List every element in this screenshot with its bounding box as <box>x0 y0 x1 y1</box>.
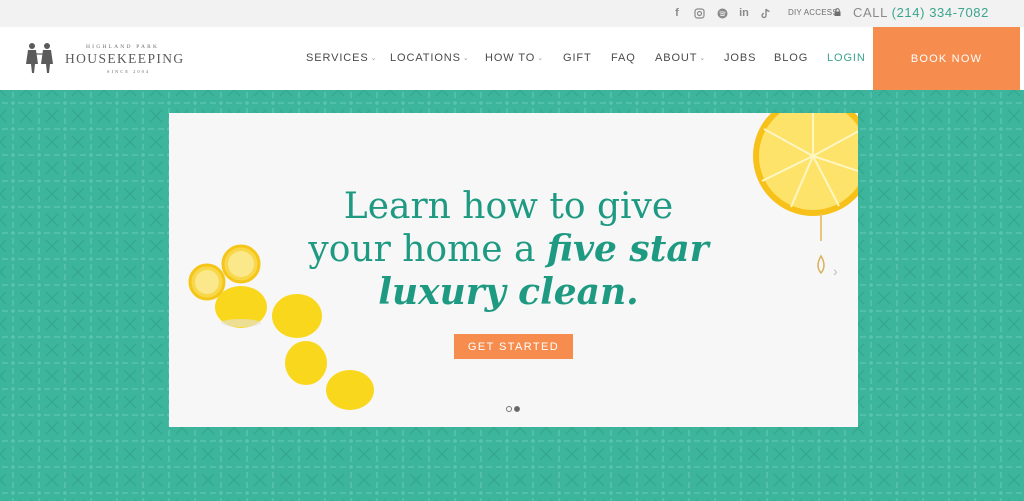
call-link[interactable]: CALL (214) 334-7082 <box>853 5 989 20</box>
slide-dot-2[interactable] <box>514 406 520 412</box>
get-started-button[interactable]: GET STARTED <box>454 334 573 359</box>
spotify-icon[interactable] <box>715 6 729 20</box>
book-now-button[interactable]: BOOK NOW <box>873 27 1020 90</box>
hero-slider: Learn how to give your home a five star … <box>169 113 858 427</box>
hero-heading-line-2: your home a five star <box>169 228 853 270</box>
lemons-image <box>188 244 374 410</box>
nav-locations[interactable]: LOCATIONS ⌄ <box>390 52 470 64</box>
nav-locations-label: LOCATIONS <box>390 52 461 64</box>
chevron-down-icon: ⌄ <box>370 55 378 62</box>
nav-services[interactable]: SERVICES ⌄ <box>306 52 377 64</box>
logo-small-text: HIGHLAND PARK <box>86 44 160 50</box>
diy-access-link[interactable]: DIY ACCESS <box>788 8 838 17</box>
linkedin-icon[interactable]: in <box>737 6 751 20</box>
hero-heading-line-1: Learn how to give <box>343 186 674 227</box>
nav-about-label: ABOUT <box>655 52 698 64</box>
hero-heading-emphasis: five star <box>546 228 709 270</box>
nav-how-to[interactable]: HOW TO ⌄ <box>485 52 544 64</box>
slider-dots <box>506 406 520 412</box>
hero-heading-line-2-text: your home a <box>308 229 547 270</box>
instagram-icon[interactable] <box>692 6 706 20</box>
nav-login[interactable]: LOGIN <box>827 52 866 64</box>
lock-icon <box>834 8 841 16</box>
nav-services-label: SERVICES <box>306 52 369 64</box>
hero-heading-line-3: luxury clean. <box>378 271 639 313</box>
top-utility-bar: f in DIY ACCESS CALL (214) 334-7082 <box>0 0 1024 27</box>
nav-gift[interactable]: GIFT <box>563 52 592 64</box>
logo-main-text: HOUSEKEEPING <box>65 51 185 66</box>
chevron-down-icon: ⌄ <box>537 55 544 62</box>
site-logo[interactable]: HIGHLAND PARK HOUSEKEEPING SINCE 2004 <box>22 38 202 80</box>
main-navbar: HIGHLAND PARK HOUSEKEEPING SINCE 2004 SE… <box>0 27 1024 90</box>
facebook-icon[interactable]: f <box>670 6 684 20</box>
nav-blog[interactable]: BLOG <box>774 52 808 64</box>
chevron-down-icon: ⌄ <box>462 55 470 62</box>
phone-number[interactable]: (214) 334-7082 <box>892 5 989 20</box>
nav-about[interactable]: ABOUT ⌄ <box>655 52 706 64</box>
nav-faq[interactable]: FAQ <box>611 52 636 64</box>
logo-since-text: SINCE 2004 <box>107 69 151 74</box>
tiktok-icon[interactable] <box>759 6 773 20</box>
next-slide-arrow-icon[interactable]: › <box>833 263 838 279</box>
nav-how-to-label: HOW TO <box>485 52 536 64</box>
chevron-down-icon: ⌄ <box>699 55 707 62</box>
call-label: CALL <box>853 5 888 20</box>
slide-dot-1[interactable] <box>506 406 512 412</box>
housekeepers-logo-icon <box>26 43 53 73</box>
nav-jobs[interactable]: JOBS <box>724 52 756 64</box>
